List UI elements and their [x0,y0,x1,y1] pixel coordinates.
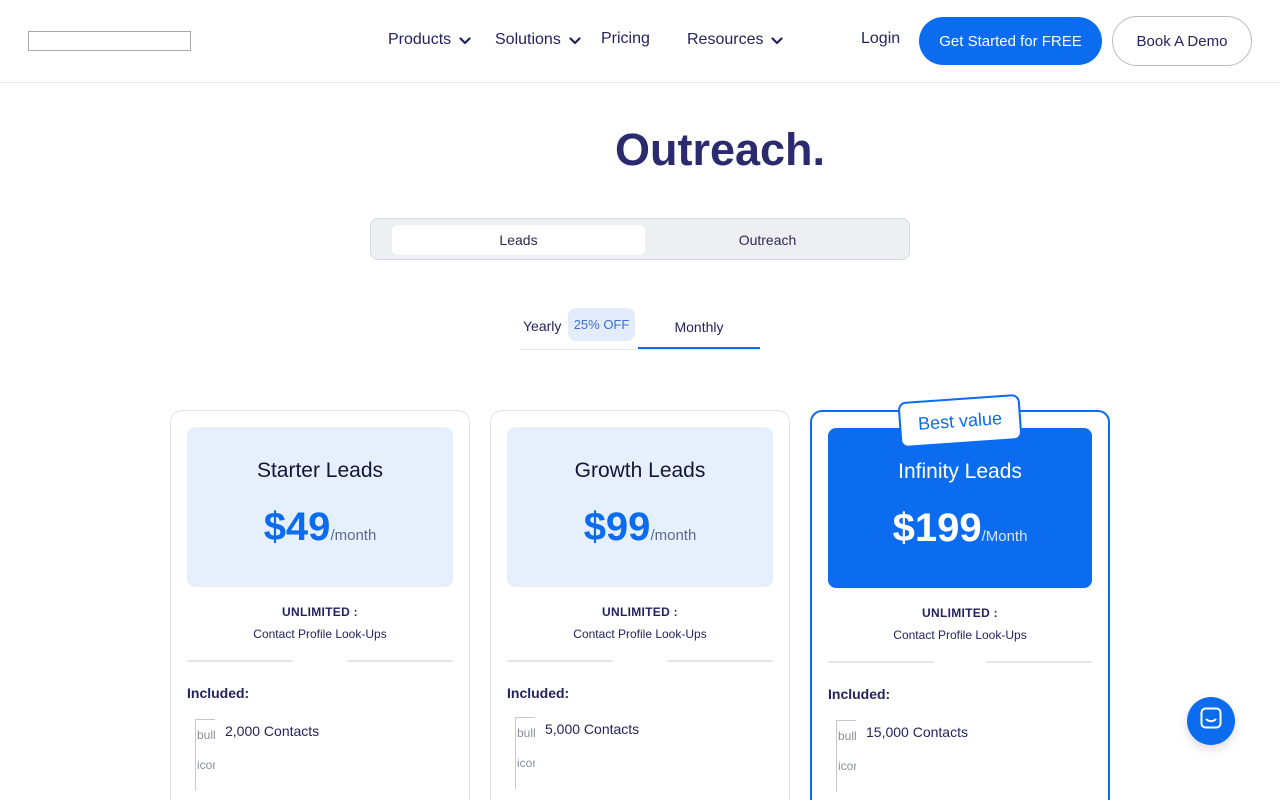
plan-header: Starter Leads $49/month [187,427,453,587]
nav-pricing-label: Pricing [601,30,650,47]
bullet-icon: bullet icon [515,717,535,789]
unlimited-label: UNLIMITED : [602,605,678,619]
divider [347,660,453,662]
plan-header: Infinity Leads $199/Month [828,428,1092,588]
nav-solutions[interactable]: Solutions [495,30,581,50]
plan-period: /month [330,527,377,544]
plan-card-starter: Starter Leads $49/month UNLIMITED : Cont… [170,410,470,800]
logo[interactable] [28,31,191,51]
page-title: Outreach. [614,124,826,175]
chevron-down-icon [771,32,784,50]
book-demo-button[interactable]: Book A Demo [1112,16,1252,66]
lookups-label: Contact Profile Look-Ups [253,627,387,641]
login-link[interactable]: Login [861,30,900,48]
unlimited-label: UNLIMITED : [922,606,998,620]
get-started-button[interactable]: Get Started for FREE [919,17,1102,65]
chat-icon [1200,707,1222,736]
plan-header: Growth Leads $99/month [507,427,773,587]
divider [507,660,613,662]
plan-name: Starter Leads [256,459,384,482]
divider [828,661,934,663]
lookups-label: Contact Profile Look-Ups [573,627,707,641]
nav-solutions-label: Solutions [495,31,561,48]
divider [986,661,1092,663]
nav-products-label: Products [388,31,452,48]
divider [667,660,773,662]
plan-card-growth: Growth Leads $99/month UNLIMITED : Conta… [490,410,790,800]
product-toggle: Leads Outreach [370,218,910,260]
best-value-badge: Best value [897,393,1023,449]
bullet-icon: bullet icon [836,720,856,792]
included-heading: Included: [828,686,891,702]
tab-monthly[interactable]: Monthly [638,306,760,349]
plan-price: $99 [583,505,651,549]
nav-resources-label: Resources [687,31,764,48]
toggle-leads[interactable]: Leads [392,225,645,255]
nav-pricing[interactable]: Pricing [601,30,650,48]
contacts-feature: 15,000 Contacts [866,724,968,740]
plan-card-infinity: Infinity Leads $199/Month UNLIMITED : Co… [810,410,1110,800]
unlimited-label: UNLIMITED : [282,605,358,619]
discount-badge: 25% OFF [568,308,635,341]
toggle-outreach[interactable]: Outreach [641,225,894,255]
site-header: Products Solutions Pricing Resources Log… [0,0,1280,83]
plan-name: Infinity Leads [898,460,1022,483]
plan-price-row: $49/month [187,505,453,550]
chat-launcher-button[interactable] [1187,697,1235,745]
contacts-feature: 2,000 Contacts [225,723,320,739]
divider [187,660,293,662]
plan-price-row: $99/month [507,505,773,550]
included-heading: Included: [187,685,250,701]
billing-period-tabs: Yearly 25% OFF Monthly [520,306,760,350]
bullet-icon: bullet icon [195,719,215,791]
plan-price: $199 [892,506,982,550]
chevron-down-icon [569,32,581,50]
tab-yearly[interactable]: Yearly [523,318,561,334]
plan-price-row: $199/Month [828,506,1092,551]
chevron-down-icon [459,32,471,50]
nav-resources[interactable]: Resources [687,30,784,50]
plan-price: $49 [263,505,331,549]
plan-period: /Month [981,528,1028,545]
included-heading: Included: [507,685,570,701]
plan-name: Growth Leads [574,459,706,482]
plan-period: /month [650,527,697,544]
nav-products[interactable]: Products [388,30,471,50]
contacts-feature: 5,000 Contacts [545,721,640,737]
lookups-label: Contact Profile Look-Ups [893,628,1027,642]
